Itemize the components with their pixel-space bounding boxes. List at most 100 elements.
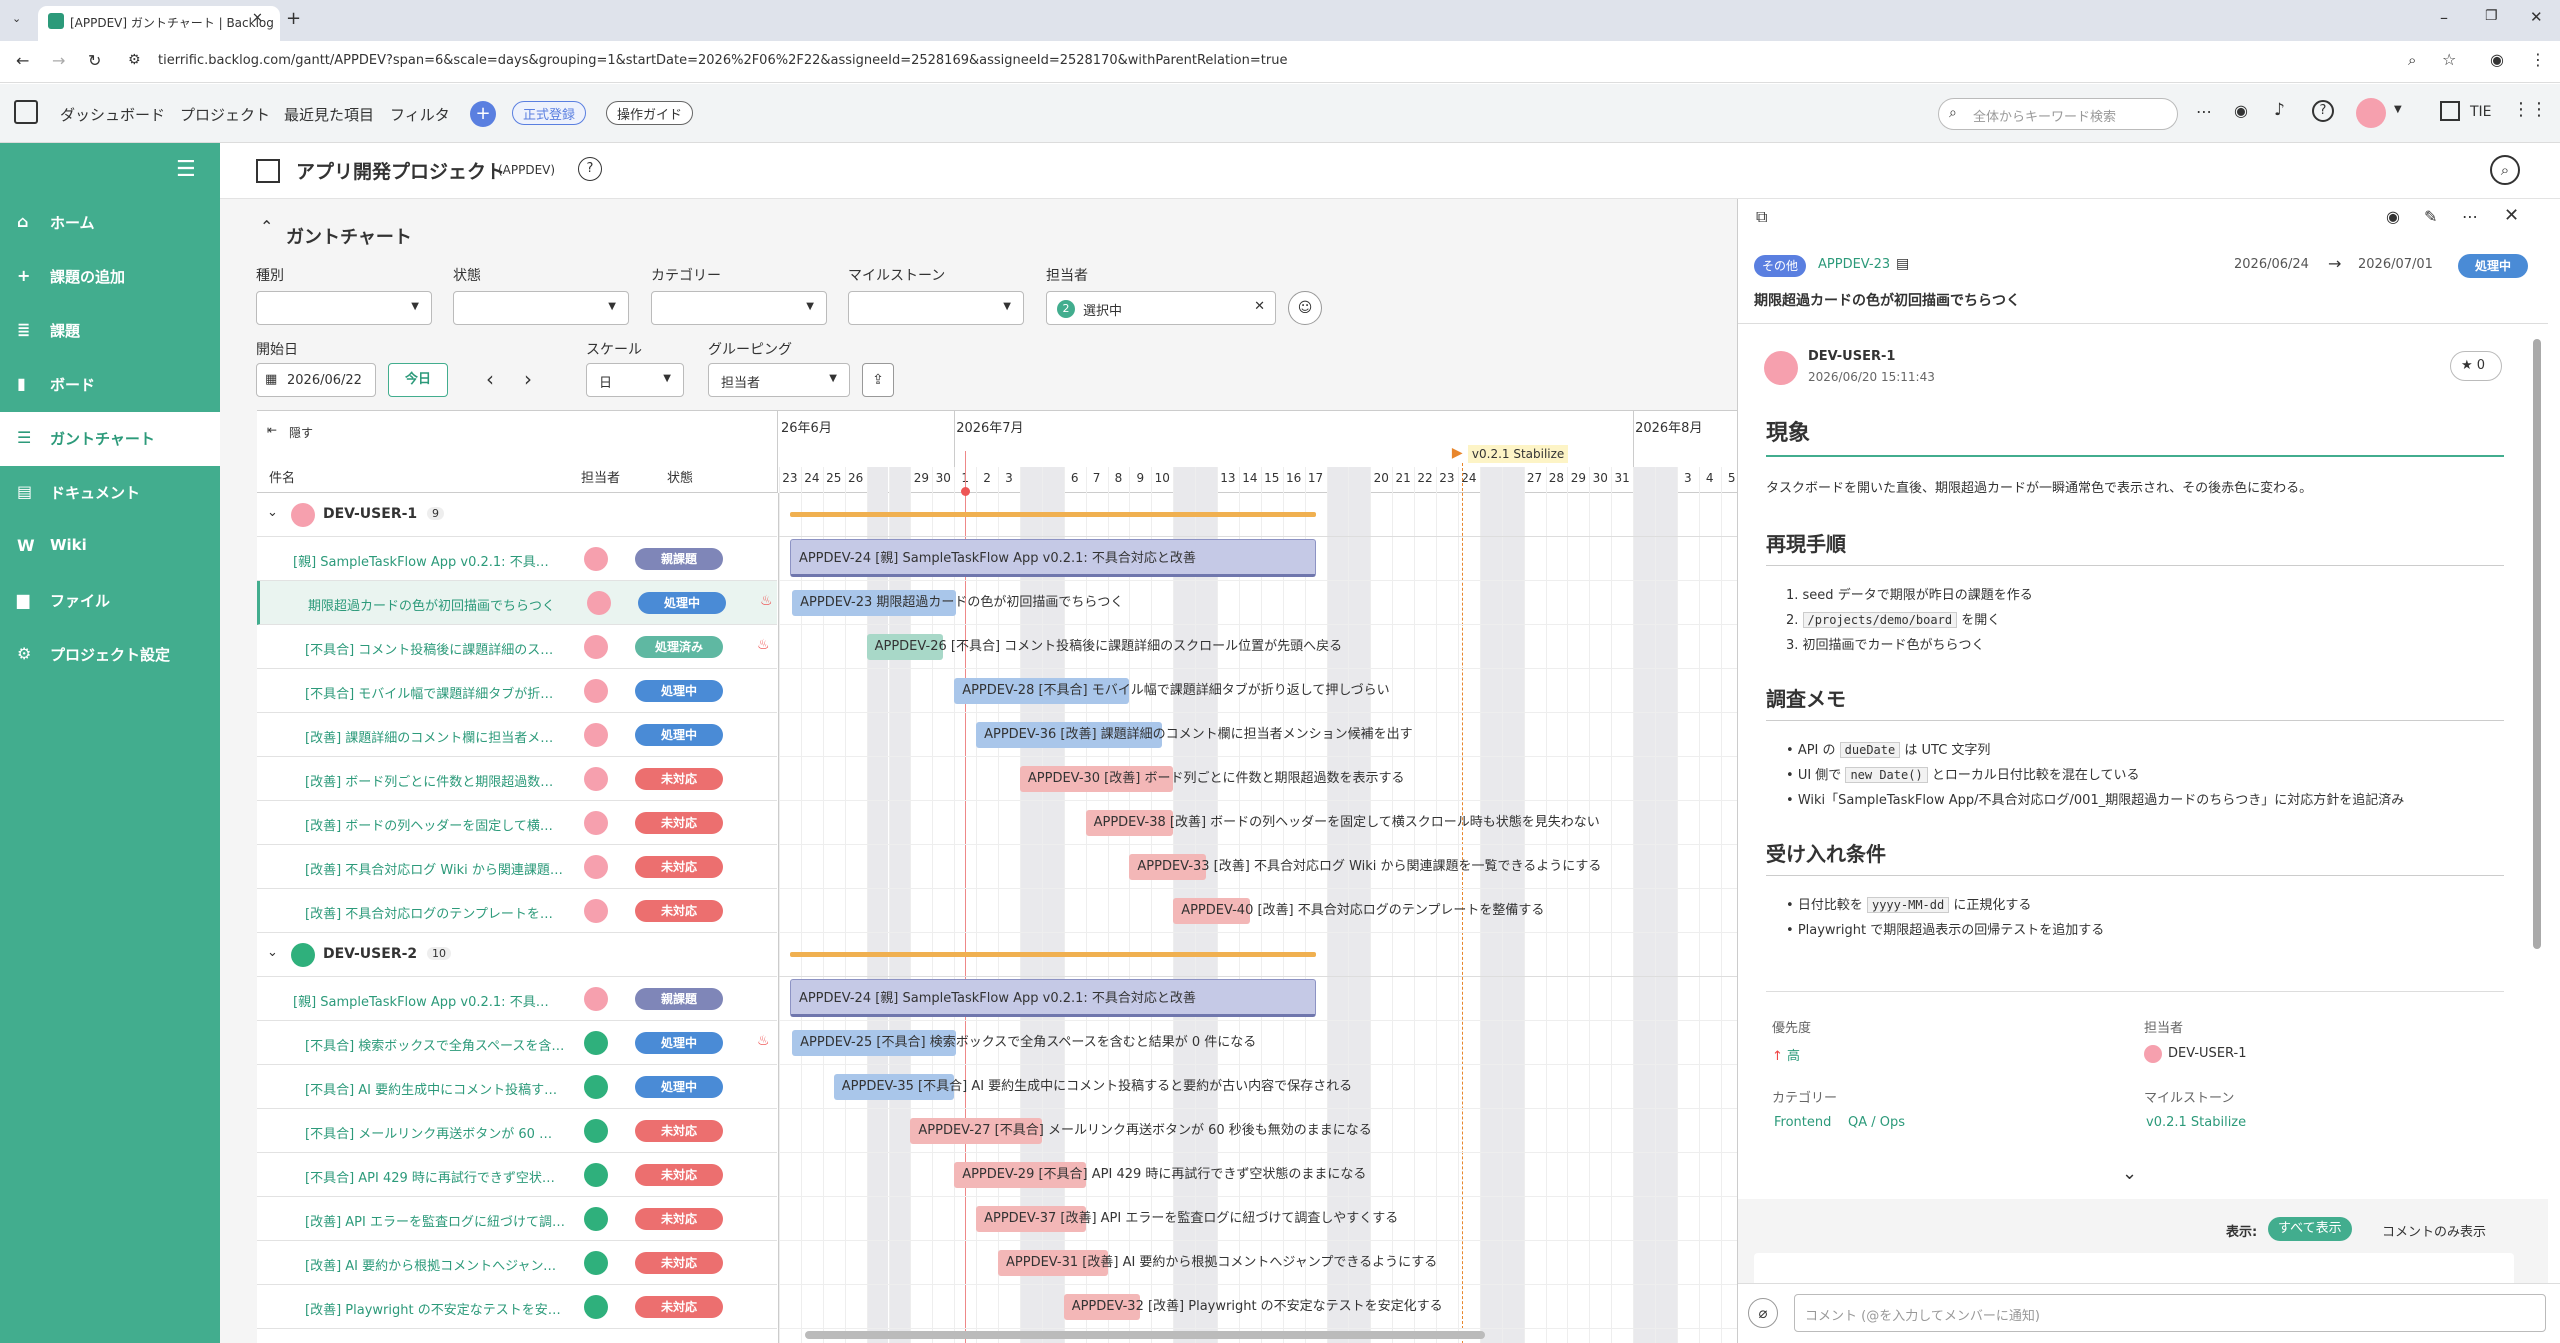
browser-menu-icon[interactable]: ⋮ xyxy=(2530,50,2546,69)
prev-period-icon[interactable]: ‹ xyxy=(486,367,494,391)
group-row[interactable]: ⌄ DEV-USER-1 9 xyxy=(257,493,777,537)
user-avatar[interactable] xyxy=(2356,98,2386,128)
attach-icon[interactable]: ⌀ xyxy=(1748,1298,1778,1328)
sidebar-item-wiki[interactable]: W Wiki xyxy=(0,520,220,574)
assignee-picker-icon[interactable]: ☺ xyxy=(1288,291,1322,325)
gantt-bar[interactable]: APPDEV-33 [改善] 不具合対応ログ Wiki から関連課題を一覧できる… xyxy=(1129,854,1601,880)
space-short-name[interactable]: TIE xyxy=(2470,104,2492,120)
today-button[interactable]: 今日 xyxy=(388,363,448,397)
issue-key[interactable]: APPDEV-23 xyxy=(1818,257,1890,272)
table-row[interactable]: [改善] ボード列ごとに件数と期限超過数を表示する 未対応 xyxy=(257,757,777,801)
guide-button[interactable]: 操作ガイド xyxy=(606,101,694,125)
gantt-bar[interactable]: APPDEV-35 [不具合] AI 要約生成中にコメント投稿すると要約が古い内… xyxy=(833,1074,1352,1100)
global-search-box[interactable]: ⌕ 全体からキーワード検索 xyxy=(1938,98,2178,130)
sidebar-item-add-issue[interactable]: + 課題の追加 xyxy=(0,250,220,304)
category-frontend[interactable]: Frontend xyxy=(1774,1115,1831,1130)
table-row[interactable]: [改善] 不具合対応ログのテンプレートを整備する 未対応 xyxy=(257,889,777,933)
issue-title-link[interactable]: [改善] ボード列ごとに件数と期限超過数を表示する xyxy=(305,771,565,790)
issue-title-link[interactable]: [不具合] AI 要約生成中にコメント投稿すると要約が古い内容で保存される xyxy=(305,1079,565,1098)
nav-filter[interactable]: フィルタ xyxy=(390,104,450,125)
bookmark-star-icon[interactable]: ☆ xyxy=(2442,50,2456,69)
filter-assignee-select[interactable]: 2 選択中 ✕ xyxy=(1046,291,1276,325)
table-row[interactable]: [不具合] モバイル幅で課題詳細タブが折り返して押しづらい 処理中 xyxy=(257,669,777,713)
issue-title-link[interactable]: [不具合] API 429 時に再試行できず空状態のままになる xyxy=(305,1167,565,1186)
table-row[interactable]: [改善] Playwright の不安定なテストを安定化する 未対応 xyxy=(257,1285,777,1329)
zoom-icon[interactable]: ⌕ xyxy=(2408,51,2416,69)
category-qa-ops[interactable]: QA / Ops xyxy=(1848,1115,1905,1130)
sidebar-item-documents[interactable]: ▤ ドキュメント xyxy=(0,466,220,520)
issue-title-link[interactable]: [不具合] モバイル幅で課題詳細タブが折り返して押しづらい xyxy=(305,683,565,702)
issue-title-link[interactable]: [改善] 課題詳細のコメント欄に担当者メンション候補を出す xyxy=(305,727,565,746)
expand-chevron-icon[interactable]: ⌄ xyxy=(2122,1163,2137,1184)
table-row[interactable]: [親] SampleTaskFlow App v0.2.1: 不具合対応と改善 親… xyxy=(257,977,777,1021)
issue-title-link[interactable]: [改善] 不具合対応ログ Wiki から関連課題を一覧できるようにする xyxy=(305,859,565,878)
horizontal-scrollbar[interactable] xyxy=(805,1331,1485,1339)
hide-columns-link[interactable]: 隠す xyxy=(289,424,313,441)
gantt-collapse-chevron-icon[interactable]: ⌃ xyxy=(260,217,273,236)
filter-category-select[interactable]: ▼ xyxy=(651,291,827,325)
gantt-bar[interactable]: APPDEV-37 [改善] API エラーを監査ログに紐づけて調査しやすくする xyxy=(976,1206,1398,1232)
open-in-new-icon[interactable]: ⧉ xyxy=(1756,207,1767,227)
help-icon[interactable]: ? xyxy=(2312,100,2334,122)
edit-icon[interactable]: ✎ xyxy=(2424,207,2437,226)
table-row[interactable]: [不具合] コメント投稿後に課題詳細のスクロール位置が先頭へ戻る 処理済み ♨ xyxy=(257,625,777,669)
table-row[interactable]: [改善] AI 要約から根拠コメントへジャンプできるようにする 未対応 xyxy=(257,1241,777,1285)
gantt-bar[interactable]: APPDEV-24 [親] SampleTaskFlow App v0.2.1:… xyxy=(789,539,1316,577)
gantt-bar[interactable]: APPDEV-27 [不具合] メールリンク再送ボタンが 60 秒後も無効のまま… xyxy=(910,1118,1372,1144)
more-actions-icon[interactable]: ⋯ xyxy=(2462,207,2478,226)
issue-title-link[interactable]: [不具合] コメント投稿後に課題詳細のスクロール位置が先頭へ戻る xyxy=(305,639,565,658)
browser-tab[interactable]: [APPDEV] ガントチャート | Backlog xyxy=(38,6,280,41)
nav-project[interactable]: プロジェクト xyxy=(180,104,270,125)
table-row[interactable]: [改善] 課題詳細のコメント欄に担当者メンション候補を出す 処理中 xyxy=(257,713,777,757)
scale-select[interactable]: 日 ▼ xyxy=(586,363,684,397)
show-all-toggle[interactable]: すべて表示 xyxy=(2268,1217,2352,1241)
sidebar-item-project-settings[interactable]: ⚙ プロジェクト設定 xyxy=(0,628,220,682)
table-row[interactable]: [親] SampleTaskFlow App v0.2.1: 不具合対応と改善 親… xyxy=(257,537,777,581)
table-row[interactable]: [不具合] API 429 時に再試行できず空状態のままになる 未対応 xyxy=(257,1153,777,1197)
user-menu-chevron-icon[interactable]: ▼ xyxy=(2394,104,2402,115)
issue-title-link[interactable]: [改善] ボードの列ヘッダーを固定して横スクロール時も状態を見失わない xyxy=(305,815,565,834)
table-row[interactable]: [不具合] メールリンク再送ボタンが 60 秒後も無効のままになる 未対応 xyxy=(257,1109,777,1153)
gantt-bar[interactable]: APPDEV-25 [不具合] 検索ボックスで全角スペースを含むと結果が 0 件… xyxy=(792,1030,1256,1056)
backlog-logo-icon[interactable] xyxy=(14,100,38,124)
comment-input[interactable]: コメント (@を入力してメンバーに通知) xyxy=(1794,1294,2546,1332)
more-icon[interactable]: ⋯ xyxy=(2196,102,2212,121)
issue-title-link[interactable]: [親] SampleTaskFlow App v0.2.1: 不具合対応と改善 xyxy=(293,991,553,1010)
group-collapse-chevron-icon[interactable]: ⌄ xyxy=(267,945,278,960)
issue-title-link[interactable]: [改善] Playwright の不安定なテストを安定化する xyxy=(305,1299,565,1318)
gantt-bar[interactable]: APPDEV-29 [不具合] API 429 時に再試行できず空状態のままにな… xyxy=(954,1162,1366,1188)
next-period-icon[interactable]: › xyxy=(524,367,532,391)
filter-milestone-select[interactable]: ▼ xyxy=(848,291,1024,325)
gantt-bar[interactable]: APPDEV-40 [改善] 不具合対応ログのテンプレートを整備する xyxy=(1173,898,1544,924)
gantt-bar[interactable]: APPDEV-30 [改善] ボード列ごとに件数と期限超過数を表示する xyxy=(1019,766,1404,792)
gantt-bar[interactable]: APPDEV-24 [親] SampleTaskFlow App v0.2.1:… xyxy=(789,979,1316,1017)
forward-icon[interactable]: → xyxy=(52,51,65,70)
project-help-icon[interactable]: ? xyxy=(578,157,602,181)
panel-scrollbar[interactable] xyxy=(2533,339,2541,949)
gantt-bar[interactable]: APPDEV-28 [不具合] モバイル幅で課題詳細タブが折り返して押しづらい xyxy=(954,678,1390,704)
notification-bell-icon[interactable]: ♪ xyxy=(2274,100,2285,120)
gantt-bar[interactable]: APPDEV-23 期限超過カードの色が初回描画でちらつく xyxy=(792,590,1123,616)
issue-title-link[interactable]: [改善] 不具合対応ログのテンプレートを整備する xyxy=(305,903,565,922)
gantt-bar[interactable]: APPDEV-31 [改善] AI 要約から根拠コメントへジャンプできるようにす… xyxy=(998,1250,1437,1276)
page-search-icon[interactable]: ⌕ xyxy=(2490,155,2520,185)
group-collapse-chevron-icon[interactable]: ⌄ xyxy=(267,505,278,520)
close-panel-icon[interactable]: ✕ xyxy=(2504,205,2519,226)
nav-dashboard[interactable]: ダッシュボード xyxy=(60,104,165,125)
gantt-bar[interactable]: APPDEV-36 [改善] 課題詳細のコメント欄に担当者メンション候補を出す xyxy=(976,722,1413,748)
apps-grid-icon[interactable]: ⋮⋮ xyxy=(2512,99,2548,120)
gantt-bar[interactable]: APPDEV-38 [改善] ボードの列ヘッダーを固定して横スクロール時も状態を… xyxy=(1085,810,1600,836)
minimize-icon[interactable]: – xyxy=(2440,8,2448,27)
table-row[interactable]: [不具合] AI 要約生成中にコメント投稿すると要約が古い内容で保存される 処理中 xyxy=(257,1065,777,1109)
issue-status-badge[interactable]: 処理中 xyxy=(2458,254,2528,278)
export-icon[interactable]: ⇪ xyxy=(862,363,894,397)
project-name[interactable]: アプリ開発プロジェクト xyxy=(296,157,505,184)
issue-title-link[interactable]: [改善] API エラーを監査ログに紐づけて調査しやすくする xyxy=(305,1211,565,1230)
grouping-select[interactable]: 担当者 ▼ xyxy=(708,363,850,397)
issue-title-link[interactable]: [不具合] メールリンク再送ボタンが 60 秒後も無効のままになる xyxy=(305,1123,565,1142)
comments-only-toggle[interactable]: コメントのみ表示 xyxy=(2382,1221,2486,1240)
tab-close-icon[interactable]: ✕ xyxy=(252,11,263,26)
start-date-field[interactable]: ▦ 2026/06/22 xyxy=(256,363,376,397)
space-icon[interactable] xyxy=(2440,101,2460,121)
star-button[interactable]: ★ 0 xyxy=(2450,351,2502,381)
